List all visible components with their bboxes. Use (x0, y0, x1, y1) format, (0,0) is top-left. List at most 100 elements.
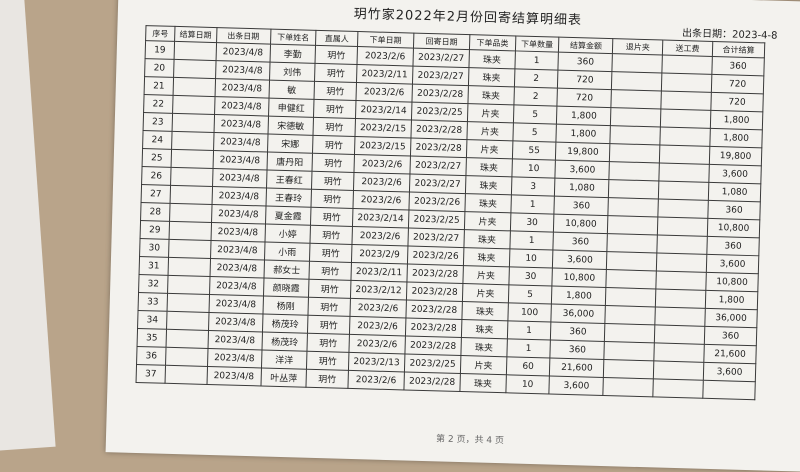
table-cell: 2023/2/27 (409, 156, 467, 176)
table-cell (662, 55, 713, 75)
table-cell: 2023/4/8 (206, 366, 262, 386)
table-cell: 刘伟 (269, 62, 316, 82)
table-cell: 2023/2/15 (354, 136, 411, 157)
table-cell (657, 198, 709, 219)
table-cell: 3 (511, 176, 556, 197)
table-cell: 10,800 (552, 268, 607, 288)
table-cell: 2023/2/11 (350, 262, 408, 282)
table-cell: 玥竹 (315, 45, 358, 65)
table-cell: 10,800 (705, 272, 759, 292)
table-cell (171, 149, 214, 169)
table-cell: 32 (138, 274, 169, 294)
table-cell (603, 359, 654, 379)
table-cell (657, 216, 708, 237)
table-cell (655, 288, 706, 309)
table-cell: 珠夹 (460, 337, 508, 357)
table-cell: 2023/2/28 (405, 299, 463, 320)
table-cell: 360 (554, 196, 609, 216)
table-cell (169, 221, 212, 241)
table-cell (606, 269, 657, 289)
table-cell: 30 (510, 212, 555, 233)
column-header: 直属人 (315, 30, 358, 47)
table-cell: 珠夹 (465, 175, 512, 195)
table-cell: 19,800 (555, 142, 611, 162)
table-cell: 片夹 (466, 121, 514, 141)
table-cell: 2023/2/6 (352, 190, 410, 211)
table-cell: 5 (508, 284, 553, 305)
table-cell: 片夹 (467, 103, 514, 123)
table-cell: 2023/4/8 (207, 348, 262, 368)
table-cell: 30 (139, 238, 170, 258)
table-cell: 王春红 (266, 170, 313, 190)
table-cell (608, 179, 659, 199)
table-cell (170, 185, 213, 205)
table-cell: 22 (143, 94, 174, 114)
table-cell: 2023/4/8 (210, 240, 265, 260)
table-cell: 3,600 (549, 376, 604, 396)
column-header: 下单数量 (515, 35, 560, 53)
table-cell: 2023/2/27 (412, 48, 470, 68)
table-cell (659, 127, 711, 147)
table-cell: 23 (143, 112, 173, 132)
table-cell: 杨刚 (262, 295, 309, 316)
table-cell: 2023/2/6 (353, 172, 410, 193)
table-cell: 叶丛萍 (260, 367, 307, 388)
table-cell: 玥竹 (312, 135, 355, 155)
table-cell: 敏 (268, 80, 315, 100)
table-cell: 2023/2/28 (411, 84, 469, 104)
table-cell: 2023/4/8 (210, 222, 266, 242)
table-cell (604, 341, 655, 361)
table-cell: 1 (514, 50, 559, 71)
table-cell: 360 (704, 326, 757, 346)
table-cell: 2023/2/14 (355, 100, 412, 121)
column-header: 下单姓名 (270, 29, 317, 46)
table-cell: 1 (506, 338, 551, 359)
table-cell: 2023/4/8 (209, 276, 264, 296)
table-cell (658, 162, 710, 183)
table-cell: 2023/4/8 (212, 150, 268, 171)
table-cell: 玥竹 (313, 117, 356, 137)
table-cell (609, 161, 660, 181)
table-cell: 王春玲 (265, 188, 312, 208)
table-cell: 李勤 (269, 44, 316, 64)
table-cell (653, 342, 705, 363)
table-cell: 2023/4/8 (213, 114, 269, 135)
table-cell: 720 (711, 74, 764, 94)
table-cell (610, 107, 661, 128)
table-cell: 珠夹 (461, 301, 509, 321)
table-cell: 1,800 (551, 286, 607, 306)
table-cell (166, 329, 209, 349)
table-cell: 29 (140, 220, 170, 240)
table-cell: 10 (509, 248, 554, 269)
table-cell: 36 (136, 346, 167, 366)
table-cell (165, 365, 208, 385)
table-cell: 2023/2/25 (404, 353, 461, 374)
table-cell (167, 293, 210, 313)
table-cell (660, 91, 712, 111)
table-cell (661, 73, 712, 93)
table-cell: 玥竹 (310, 225, 353, 245)
table-cell (171, 131, 214, 151)
table-cell: 3,600 (552, 250, 608, 270)
table-cell: 2023/2/6 (349, 298, 407, 318)
table-cell: 5 (513, 104, 558, 125)
table-cell: 2023/4/8 (213, 132, 268, 153)
page-footer: 第 2 页，共 4 页 (435, 434, 505, 447)
table-cell: 360 (558, 52, 613, 72)
table-cell: 1 (507, 320, 552, 341)
column-header: 回寄日期 (413, 33, 470, 50)
table-cell: 19,800 (709, 146, 762, 166)
table-cell: 21 (144, 76, 174, 96)
table-cell: 2023/4/8 (212, 168, 267, 189)
table-cell: 19 (145, 40, 175, 60)
table-cell: 杨茂玲 (261, 331, 308, 352)
table-cell: 3,600 (706, 254, 759, 274)
table-cell: 2023/2/25 (411, 102, 468, 122)
table-cell: 玥竹 (311, 189, 354, 209)
table-cell: 玥竹 (309, 261, 352, 281)
table-cell: 21,600 (703, 344, 757, 364)
table-cell (606, 251, 657, 271)
table-cell: 片夹 (460, 355, 507, 375)
table-cell: 片夹 (464, 211, 511, 231)
table-cell (610, 125, 661, 145)
